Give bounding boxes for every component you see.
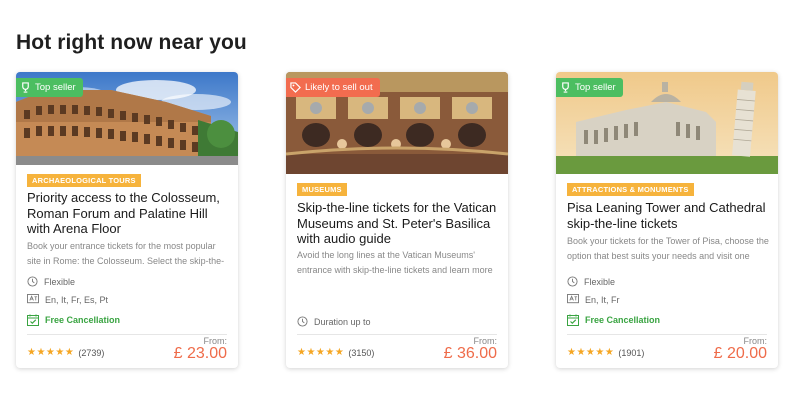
badge-label: Likely to sell out (305, 82, 373, 93)
badge-label: Top seller (35, 82, 76, 93)
top-seller-badge: Top seller (16, 78, 83, 97)
trophy-icon (560, 82, 571, 93)
price: £ 23.00 (173, 345, 227, 362)
free-cancellation-row: Free Cancellation (27, 314, 120, 326)
likely-to-sell-out-badge: Likely to sell out (286, 78, 380, 97)
calendar-check-icon (567, 314, 579, 326)
language-icon (567, 294, 579, 305)
card-title[interactable]: Pisa Leaning Tower and Cathedral skip-th… (567, 200, 772, 231)
review-count: (1901) (618, 347, 645, 358)
free-cancellation-row: Free Cancellation (567, 314, 660, 326)
card-description: Avoid the long lines at the Vatican Muse… (297, 250, 493, 275)
duration-row: Duration up to (297, 316, 371, 327)
languages-row: En, It, Fr (567, 294, 620, 305)
duration-text: Flexible (44, 276, 76, 287)
review-count: (2739) (78, 347, 105, 358)
star-rating-icon: ★★★★★ (567, 347, 615, 358)
card-divider (567, 334, 767, 335)
star-rating-icon: ★★★★★ (27, 347, 75, 358)
language-icon (27, 294, 39, 305)
top-seller-badge: Top seller (556, 78, 623, 97)
languages-text: En, It, Fr, Es, Pt (45, 294, 109, 305)
duration-row: Flexible (27, 276, 75, 287)
trophy-icon (20, 82, 31, 93)
star-rating-icon: ★★★★★ (297, 347, 345, 358)
price: £ 36.00 (443, 345, 497, 362)
rating: ★★★★★ (1901) (567, 347, 644, 358)
clock-icon (567, 276, 578, 287)
card-description: Book your entrance tickets for the most … (27, 241, 225, 266)
card-description: Book your tickets for the Tower of Pisa,… (567, 236, 769, 261)
languages-row: En, It, Fr, Es, Pt (27, 294, 108, 305)
duration-row: Flexible (567, 276, 615, 287)
activity-card-colosseum[interactable]: Top seller Archaeological tours Priority… (16, 72, 238, 368)
free-cancellation-text: Free Cancellation (585, 315, 661, 325)
rating: ★★★★★ (3150) (297, 347, 374, 358)
clock-icon (27, 276, 38, 287)
card-divider (27, 334, 227, 335)
section-title: Hot right now near you (16, 31, 247, 54)
activity-card-vatican[interactable]: Likely to sell out Museums Skip-the-line… (286, 72, 508, 368)
review-count: (3150) (348, 347, 375, 358)
category-tag: Attractions & Monuments (567, 183, 694, 196)
activity-card-pisa[interactable]: Top seller Attractions & Monuments Pisa … (556, 72, 778, 368)
card-title[interactable]: Skip-the-line tickets for the Vatican Mu… (297, 200, 502, 247)
free-cancellation-text: Free Cancellation (45, 315, 121, 325)
languages-text: En, It, Fr (585, 294, 620, 305)
clock-icon (297, 316, 308, 327)
card-title[interactable]: Priority access to the Colosseum, Roman … (27, 190, 232, 237)
rating: ★★★★★ (2739) (27, 347, 104, 358)
badge-label: Top seller (575, 82, 616, 93)
duration-text: Duration up to (314, 316, 371, 327)
category-tag: Archaeological tours (27, 174, 141, 187)
calendar-check-icon (27, 314, 39, 326)
category-tag: Museums (297, 183, 347, 196)
tag-icon (290, 82, 301, 93)
duration-text: Flexible (584, 276, 616, 287)
price: £ 20.00 (713, 345, 767, 362)
card-divider (297, 334, 497, 335)
